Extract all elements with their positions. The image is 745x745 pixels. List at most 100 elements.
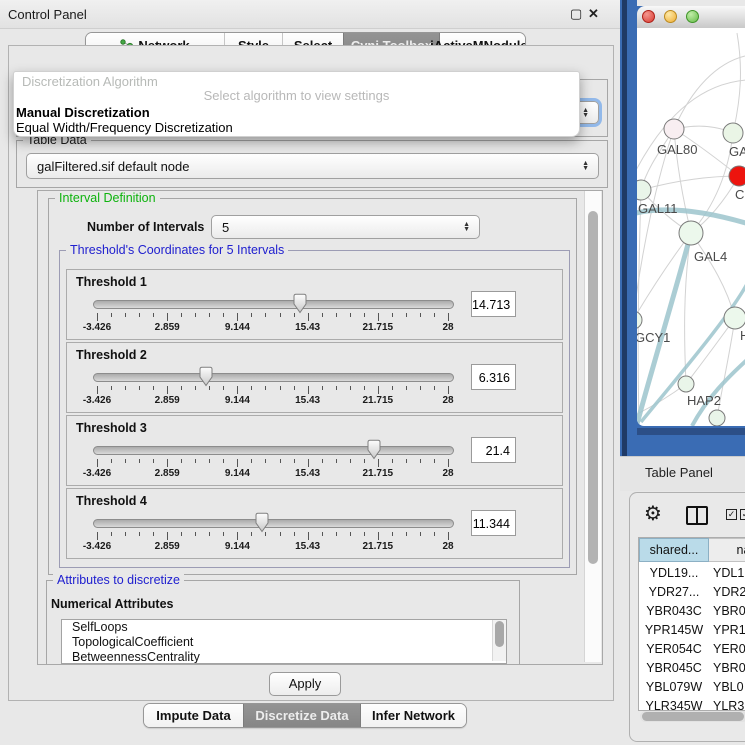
discretization-algorithm-label: Discretization Algorithm: [22, 74, 158, 89]
split-view-icon[interactable]: [686, 506, 708, 525]
attribute-item[interactable]: TopologicalCoefficient: [62, 635, 506, 650]
number-of-intervals-combobox[interactable]: 5 ▲▼: [211, 215, 480, 239]
slider-tick-label: 15.43: [295, 541, 320, 552]
tab-impute-data[interactable]: Impute Data: [144, 704, 243, 727]
network-node-gal4[interactable]: [679, 221, 703, 245]
threshold-value-field[interactable]: 6.316: [471, 364, 516, 390]
threshold-slider-thumb[interactable]: [292, 293, 308, 314]
tab-discretize-data[interactable]: Discretize Data: [243, 704, 360, 727]
table-row[interactable]: YDR27...YDR2: [639, 583, 745, 602]
interval-definition-group: Interval Definition Number of Intervals …: [48, 198, 577, 575]
attribute-item[interactable]: BetweennessCentrality: [62, 650, 506, 664]
settings-scrollbar[interactable]: [584, 191, 601, 662]
threshold-value-field[interactable]: 21.4: [471, 437, 516, 463]
slider-tick-label: -3.426: [83, 395, 111, 406]
table-row[interactable]: YDL19...YDL1: [639, 564, 745, 583]
table-row[interactable]: YBR043CYBR0: [639, 602, 745, 621]
threshold-slider-track[interactable]: [93, 446, 454, 455]
table-hscrollbar[interactable]: [640, 711, 745, 722]
table-row[interactable]: YBR045CYBR0: [639, 659, 745, 678]
column-header-shared-name[interactable]: shared...: [639, 538, 709, 562]
cell-shared-name[interactable]: YDL19...: [639, 564, 709, 583]
slider-tick-label: 15.43: [295, 468, 320, 479]
slider-tick-label: -3.426: [83, 322, 111, 333]
cell-shared-name[interactable]: YBR045C: [639, 659, 709, 678]
screen: Control Panel ▢ ✕ NetworkStyleSelectCyni…: [0, 0, 745, 745]
network-node-gal11[interactable]: [637, 180, 651, 200]
threshold-slider-thumb[interactable]: [198, 366, 214, 387]
cell-name[interactable]: YLR3: [713, 697, 744, 711]
combo-arrows-icon: ▲▼: [582, 108, 589, 118]
attributes-group: Attributes to discretize Numerical Attri…: [46, 580, 520, 665]
cell-name[interactable]: YBR0: [713, 602, 745, 621]
close-traffic-light[interactable]: [642, 10, 655, 23]
threshold-slider-track[interactable]: [93, 519, 454, 528]
network-node-gcy1[interactable]: [637, 311, 642, 329]
network-node[interactable]: [709, 410, 725, 426]
zoom-traffic-light[interactable]: [686, 10, 699, 23]
table-row[interactable]: YLR345W YLR3: [639, 697, 745, 711]
close-panel-icon[interactable]: ✕: [588, 6, 599, 22]
column-header-name[interactable]: na: [709, 538, 745, 562]
cell-name[interactable]: YPR1: [713, 621, 745, 640]
network-edge[interactable]: [691, 233, 735, 318]
cell-name[interactable]: YDL1: [713, 564, 744, 583]
apply-button[interactable]: Apply: [269, 672, 341, 696]
table-row[interactable]: YER054CYER0: [639, 640, 745, 659]
table-row[interactable]: YPR145WYPR1: [639, 621, 745, 640]
threshold-value-field[interactable]: 14.713: [471, 291, 516, 317]
checkbox-icon[interactable]: ✓: [726, 509, 737, 520]
network-node-h[interactable]: [724, 307, 745, 329]
attribute-item[interactable]: SelfLoops: [62, 620, 506, 635]
network-edge[interactable]: [641, 176, 739, 190]
cell-shared-name[interactable]: YDR27...: [639, 583, 709, 602]
cell-name[interactable]: YBR0: [713, 659, 745, 678]
minimize-traffic-light[interactable]: [664, 10, 677, 23]
threshold-slider-track[interactable]: [93, 373, 454, 382]
threshold-slider-thumb[interactable]: [254, 512, 270, 533]
slider-tick-label: 2.859: [155, 395, 180, 406]
algorithm-option-manual[interactable]: Manual Discretization: [16, 105, 150, 120]
network-edge[interactable]: [733, 33, 740, 133]
cell-shared-name[interactable]: YER054C: [639, 640, 709, 659]
attributes-listbox[interactable]: SelfLoopsTopologicalCoefficientBetweenne…: [61, 619, 507, 664]
cell-name[interactable]: YDR2: [713, 583, 745, 602]
network-edge[interactable]: [674, 56, 745, 129]
node-attribute-table[interactable]: shared... na YDL19...YDL1YDR27...YDR2YBR…: [638, 537, 745, 711]
cell-name[interactable]: YBL0: [713, 678, 744, 697]
cell-shared-name[interactable]: YPR145W: [639, 621, 709, 640]
tab-infer-network[interactable]: Infer Network: [360, 704, 466, 727]
gear-icon[interactable]: ⚙: [644, 501, 662, 525]
slider-tick-label: 9.144: [225, 395, 250, 406]
cell-shared-name[interactable]: YBR043C: [639, 602, 709, 621]
control-panel: Control Panel ▢ ✕ NetworkStyleSelectCyni…: [0, 0, 620, 745]
cell-shared-name[interactable]: YLR345W: [639, 697, 709, 711]
network-node-ga[interactable]: [723, 123, 743, 143]
checkbox-icon[interactable]: ✓: [740, 509, 745, 520]
attributes-scrollbar[interactable]: [492, 620, 506, 661]
algorithm-option-equal-width[interactable]: Equal Width/Frequency Discretization: [16, 120, 233, 135]
table-data-combobox[interactable]: galFiltered.sif default node ▲▼: [26, 153, 599, 179]
threshold-slider-thumb[interactable]: [366, 439, 382, 460]
float-window-icon[interactable]: ▢: [570, 6, 582, 22]
slider-tick-label: 21.715: [363, 468, 394, 479]
network-edge[interactable]: [686, 318, 735, 384]
number-of-intervals-value: 5: [222, 220, 229, 235]
settings-scrollbar-thumb[interactable]: [588, 211, 598, 564]
threshold-value-field[interactable]: 11.344: [471, 510, 516, 536]
network-node-c[interactable]: [729, 166, 745, 186]
slider-tick-label: 9.144: [225, 541, 250, 552]
slider-tick-label: 21.715: [363, 541, 394, 552]
cell-shared-name[interactable]: YBL079W: [639, 678, 709, 697]
slider-tick-label: 9.144: [225, 468, 250, 479]
combo-arrows-icon: ▲▼: [582, 161, 589, 171]
network-node-hap2[interactable]: [678, 376, 694, 392]
network-edge[interactable]: [637, 233, 691, 320]
threshold-slider-track[interactable]: [93, 300, 454, 309]
network-window-titlebar[interactable]: [637, 6, 745, 29]
table-row[interactable]: YBL079WYBL0: [639, 678, 745, 697]
threshold-label: Threshold 2: [76, 348, 147, 362]
network-node-gal80[interactable]: [664, 119, 684, 139]
cell-name[interactable]: YER0: [713, 640, 745, 659]
network-canvas[interactable]: GAL80GACGAL11GAL4GCY1HHAP2: [637, 28, 745, 426]
